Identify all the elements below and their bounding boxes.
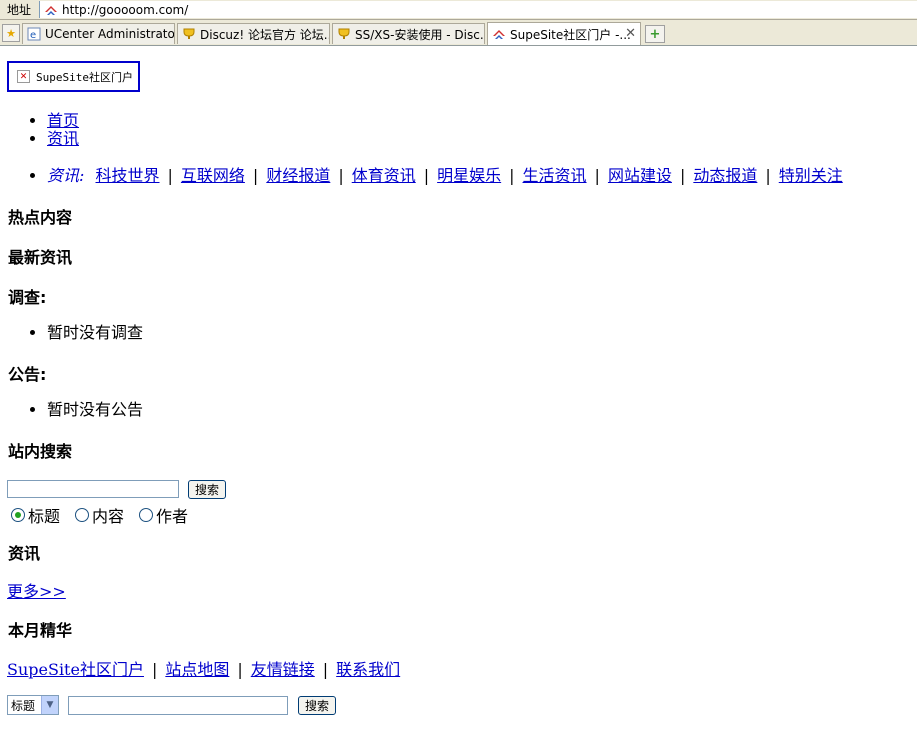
radio-label: 内容 bbox=[92, 507, 125, 526]
footer-link-friends[interactable]: 友情链接 bbox=[251, 660, 315, 679]
bottom-search-button[interactable]: 搜索 bbox=[298, 696, 336, 715]
address-bar: 地址 http://gooooom.com/ bbox=[0, 0, 917, 20]
category-link[interactable]: 明星娱乐 bbox=[437, 166, 501, 185]
radio-label: 标题 bbox=[28, 507, 61, 526]
search-type-group: 标题 内容 作者 bbox=[8, 503, 200, 527]
supesite-favicon-icon bbox=[45, 5, 58, 15]
footer-links: SupeSite社区门户 | 站点地图 | 友情链接 | 联系我们 bbox=[7, 656, 400, 680]
footer-link-home[interactable]: SupeSite社区门户 bbox=[7, 660, 144, 679]
search-input[interactable] bbox=[7, 480, 179, 498]
latest-news-heading: 最新资讯 bbox=[8, 248, 73, 267]
select-value: 标题 bbox=[11, 698, 36, 713]
category-nav: 资讯: 科技世界 | 互联网络 | 财经报道 | 体育资讯 | 明星娱乐 | 生活资讯 | 网站建设 | 动… bbox=[30, 166, 843, 186]
bottom-search-input[interactable] bbox=[68, 696, 288, 715]
nav-item: 资讯 bbox=[47, 130, 79, 148]
search-button[interactable]: 搜索 bbox=[188, 480, 226, 499]
category-link[interactable]: 互联网络 bbox=[181, 166, 245, 185]
ie-page-icon: e bbox=[27, 27, 41, 41]
new-tab-icon[interactable]: + bbox=[645, 25, 665, 43]
chevron-down-icon[interactable]: ▼ bbox=[41, 696, 58, 714]
hot-content-heading: 热点内容 bbox=[8, 208, 73, 227]
separator: | bbox=[338, 166, 344, 185]
tab-discuz[interactable]: Discuz! 论坛官方 论坛... bbox=[177, 23, 330, 44]
separator: | bbox=[509, 166, 515, 185]
separator: | bbox=[594, 166, 600, 185]
address-label: 地址 bbox=[7, 3, 32, 17]
tab-supesite[interactable]: SupeSite社区门户 -... ✕ bbox=[487, 22, 641, 45]
address-field[interactable]: http://gooooom.com/ bbox=[39, 1, 917, 18]
radio-content[interactable] bbox=[75, 508, 90, 522]
tab-ssxs[interactable]: SS/XS-安装使用 - Disc... bbox=[332, 23, 485, 44]
footer-link-contact[interactable]: 联系我们 bbox=[336, 660, 400, 679]
category-row: 资讯: 科技世界 | 互联网络 | 财经报道 | 体育资讯 | 明星娱乐 | 生活资讯 | 网站建设 | 动… bbox=[47, 166, 843, 186]
svg-text:e: e bbox=[30, 30, 36, 41]
separator: | bbox=[679, 166, 686, 185]
category-link[interactable]: 网站建设 bbox=[608, 166, 672, 185]
separator: | bbox=[423, 166, 430, 185]
radio-author[interactable] bbox=[139, 508, 154, 522]
tab-label: UCenter Administrator'... bbox=[45, 27, 174, 41]
tab-ucenter[interactable]: e UCenter Administrator'... bbox=[22, 23, 175, 44]
tab-label: SS/XS-安装使用 - Disc... bbox=[355, 27, 484, 42]
category-link[interactable]: 动态报道 bbox=[693, 166, 757, 185]
nav-item: 首页 bbox=[47, 112, 79, 130]
poll-list: 暂时没有调查 bbox=[30, 323, 143, 343]
separator: | bbox=[252, 166, 259, 185]
category-link[interactable]: 科技世界 bbox=[96, 166, 160, 185]
search-field-select[interactable]: 标题 ▼ bbox=[7, 695, 59, 715]
radio-title[interactable] bbox=[11, 508, 25, 522]
radio-label: 作者 bbox=[156, 507, 189, 526]
discuz-trophy-icon bbox=[182, 27, 196, 41]
poll-heading: 调查: bbox=[8, 288, 47, 307]
notice-list: 暂时没有公告 bbox=[30, 400, 143, 420]
monthly-picks-heading: 本月精华 bbox=[8, 621, 73, 640]
site-search-heading: 站内搜索 bbox=[8, 442, 73, 461]
logo-alt-text: SupeSite社区门户 bbox=[36, 70, 133, 84]
category-link[interactable]: 财经报道 bbox=[266, 166, 330, 185]
tab-label: Discuz! 论坛官方 论坛... bbox=[200, 27, 329, 42]
separator: | bbox=[237, 660, 243, 679]
list-item: 暂时没有调查 bbox=[47, 323, 143, 343]
site-logo[interactable]: ✕ SupeSite社区门户 bbox=[7, 61, 140, 92]
favorites-star-icon[interactable]: ★ bbox=[2, 24, 20, 42]
nav-link-home[interactable]: 首页 bbox=[47, 111, 79, 130]
category-link[interactable]: 特别关注 bbox=[779, 166, 843, 185]
category-link[interactable]: 生活资讯 bbox=[523, 166, 587, 185]
category-head[interactable]: 资讯: bbox=[47, 166, 84, 185]
close-tab-icon[interactable]: ✕ bbox=[625, 26, 636, 41]
tab-label: SupeSite社区门户 -... bbox=[510, 27, 631, 42]
address-url[interactable]: http://gooooom.com/ bbox=[62, 3, 188, 17]
broken-image-icon: ✕ bbox=[17, 70, 30, 83]
supesite-favicon-icon bbox=[492, 27, 506, 41]
main-nav: 首页 资讯 bbox=[30, 112, 79, 148]
notice-heading: 公告: bbox=[8, 365, 47, 384]
category-link[interactable]: 体育资讯 bbox=[352, 166, 416, 185]
more-link[interactable]: 更多>> bbox=[7, 578, 66, 602]
news-heading: 资讯 bbox=[8, 544, 41, 563]
tab-bar: ★ e UCenter Administrator'... Discuz! 论坛… bbox=[0, 20, 917, 46]
separator: | bbox=[322, 660, 329, 679]
separator: | bbox=[151, 660, 158, 679]
separator: | bbox=[765, 166, 771, 185]
footer-link-sitemap[interactable]: 站点地图 bbox=[165, 660, 229, 679]
separator: | bbox=[167, 166, 173, 185]
discuz-trophy-icon bbox=[337, 27, 351, 41]
nav-link-news[interactable]: 资讯 bbox=[47, 129, 79, 148]
list-item: 暂时没有公告 bbox=[47, 400, 143, 420]
